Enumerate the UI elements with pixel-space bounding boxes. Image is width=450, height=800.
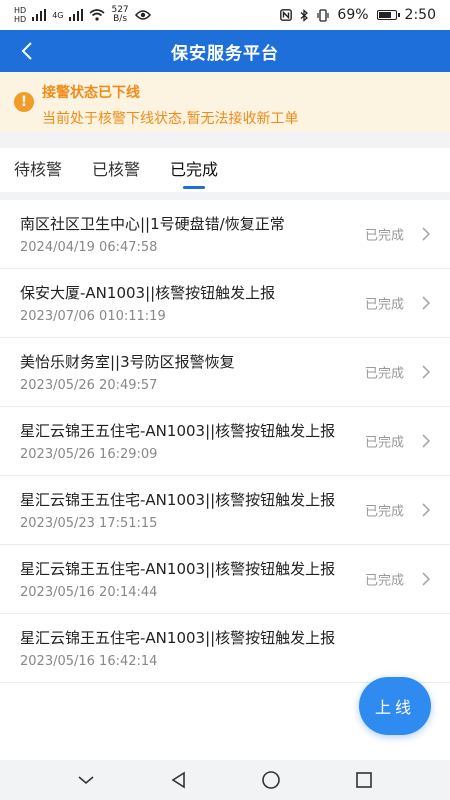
item-time: 2023/07/06 010:11:19 bbox=[20, 309, 166, 324]
chevron-right-icon bbox=[422, 503, 431, 517]
nfc-icon bbox=[280, 9, 293, 21]
nav-recents-button[interactable] bbox=[349, 765, 379, 795]
warning-icon: ! bbox=[14, 92, 34, 112]
net-speed: 527 B/s bbox=[111, 5, 129, 24]
sim-indicator: HD HD bbox=[14, 6, 27, 24]
list-item[interactable]: 保安大厦-AN1003||核警按钮触发上报 2023/07/06 010:11:… bbox=[0, 269, 450, 338]
nav-back-button[interactable] bbox=[164, 765, 194, 795]
signal-icon bbox=[32, 9, 47, 21]
chevron-right-icon bbox=[422, 434, 431, 448]
circle-home-icon bbox=[262, 771, 281, 789]
item-title: 星汇云锦王五住宅-AN1003||核警按钮触发上报 bbox=[20, 629, 336, 647]
vibrate-icon bbox=[317, 8, 330, 22]
network-type: 4G bbox=[52, 10, 64, 20]
system-nav-bar bbox=[0, 760, 450, 800]
item-title: 星汇云锦王五住宅-AN1003||核警按钮触发上报 bbox=[20, 422, 336, 440]
status-bar-left: HD HD 4G 527 B/s bbox=[14, 6, 151, 24]
offline-warning-banner: ! 接警状态已下线 当前处于核警下线状态,暂无法接收新工单 bbox=[0, 72, 450, 132]
eye-icon bbox=[134, 10, 151, 20]
item-title: 美怡乐财务室||3号防区报警恢复 bbox=[20, 353, 235, 371]
status-badge: 已完成 bbox=[364, 504, 404, 520]
warning-title: 接警状态已下线 bbox=[42, 85, 140, 101]
status-badge: 已完成 bbox=[364, 366, 404, 382]
order-list: 南区社区卫生中心||1号硬盘错/恢复正常 2024/04/19 06:47:58… bbox=[0, 200, 450, 760]
item-time: 2023/05/26 20:49:57 bbox=[20, 378, 158, 393]
status-badge: 已完成 bbox=[364, 297, 404, 313]
order-tabs: 待核警 已核警 已完成 bbox=[0, 148, 450, 192]
chevron-right-icon bbox=[422, 227, 431, 241]
battery-percent: 69% bbox=[337, 7, 369, 23]
item-title: 南区社区卫生中心||1号硬盘错/恢复正常 bbox=[20, 215, 285, 233]
chevron-right-icon bbox=[422, 572, 431, 586]
status-badge: 已完成 bbox=[364, 435, 404, 451]
chevron-down-icon bbox=[78, 776, 94, 785]
list-item[interactable]: 星汇云锦王五住宅-AN1003||核警按钮触发上报 2023/05/26 16:… bbox=[0, 407, 450, 476]
status-bar: HD HD 4G 527 B/s 69% 2:50 bbox=[0, 0, 450, 30]
item-title: 星汇云锦王五住宅-AN1003||核警按钮触发上报 bbox=[20, 491, 336, 509]
signal-icon bbox=[69, 9, 84, 21]
item-title: 星汇云锦王五住宅-AN1003||核警按钮触发上报 bbox=[20, 560, 336, 578]
page-title: 保安服务平台 bbox=[171, 43, 279, 64]
tab-pending[interactable]: 待核警 bbox=[14, 148, 62, 192]
list-item[interactable]: 南区社区卫生中心||1号硬盘错/恢复正常 2024/04/19 06:47:58… bbox=[0, 200, 450, 269]
tab-verified[interactable]: 已核警 bbox=[92, 148, 140, 192]
item-time: 2023/05/23 17:51:15 bbox=[20, 516, 158, 531]
wifi-icon bbox=[89, 9, 106, 21]
item-time: 2023/05/26 16:29:09 bbox=[20, 447, 158, 462]
status-badge: 已完成 bbox=[364, 228, 404, 244]
square-recents-icon bbox=[355, 772, 372, 788]
go-online-button[interactable]: 上线 bbox=[359, 677, 431, 735]
nav-home-button[interactable] bbox=[256, 765, 286, 795]
status-badge: 已完成 bbox=[364, 573, 404, 589]
item-time: 2023/05/16 16:42:14 bbox=[20, 654, 158, 669]
item-time: 2024/04/19 06:47:58 bbox=[20, 240, 158, 255]
nav-collapse-button[interactable] bbox=[71, 765, 101, 795]
warning-message: 当前处于核警下线状态,暂无法接收新工单 bbox=[42, 111, 299, 127]
item-title: 保安大厦-AN1003||核警按钮触发上报 bbox=[20, 284, 276, 302]
triangle-back-icon bbox=[171, 771, 185, 789]
list-item[interactable]: 星汇云锦王五住宅-AN1003||核警按钮触发上报 2023/05/23 17:… bbox=[0, 476, 450, 545]
battery-icon bbox=[376, 10, 400, 20]
clock: 2:50 bbox=[404, 7, 436, 23]
chevron-right-icon bbox=[422, 296, 431, 310]
back-button[interactable] bbox=[12, 36, 42, 66]
app-header: 保安服务平台 bbox=[0, 30, 450, 72]
chevron-right-icon bbox=[422, 365, 431, 379]
list-item[interactable]: 美怡乐财务室||3号防区报警恢复 2023/05/26 20:49:57 已完成 bbox=[0, 338, 450, 407]
item-time: 2023/05/16 20:14:44 bbox=[20, 585, 158, 600]
status-bar-right: 69% 2:50 bbox=[280, 7, 436, 23]
list-item[interactable]: 星汇云锦王五住宅-AN1003||核警按钮触发上报 2023/05/16 20:… bbox=[0, 545, 450, 614]
bluetooth-icon bbox=[300, 8, 309, 22]
tab-completed[interactable]: 已完成 bbox=[170, 148, 218, 192]
list-item[interactable]: 星汇云锦王五住宅-AN1003||核警按钮触发上报 2023/05/16 16:… bbox=[0, 614, 450, 683]
chevron-left-icon bbox=[21, 42, 32, 60]
